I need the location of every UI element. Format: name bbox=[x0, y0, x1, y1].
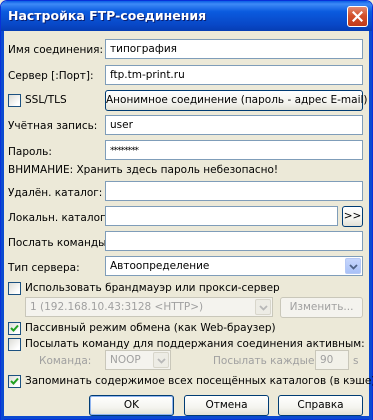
ssl-checkbox[interactable] bbox=[8, 94, 21, 107]
password-value: ******** bbox=[110, 146, 139, 156]
firewall-label: Использовать брандмауэр или прокси-серве… bbox=[25, 282, 280, 294]
keepalive-label: Посылать команду для поддержания соедине… bbox=[25, 338, 365, 350]
check-icon bbox=[10, 377, 19, 385]
browse-local-dir-button[interactable]: >> bbox=[342, 206, 363, 227]
account-input[interactable]: user bbox=[105, 115, 363, 135]
change-proxy-button[interactable]: Изменить... bbox=[280, 297, 363, 318]
server-type-label: Тип сервера: bbox=[8, 262, 80, 274]
connection-name-label: Имя соединения: bbox=[8, 44, 104, 56]
close-icon bbox=[352, 11, 363, 22]
interval-unit: s bbox=[353, 355, 359, 367]
anonymous-connection-button[interactable]: Анонимное соединение (пароль - адрес E-m… bbox=[105, 90, 368, 111]
connection-name-input[interactable]: типография bbox=[105, 39, 363, 59]
cache-dirs-checkbox[interactable] bbox=[8, 375, 21, 388]
chevron-down-icon bbox=[157, 358, 166, 364]
account-label: Учётная запись: bbox=[8, 120, 98, 132]
proxy-select[interactable]: 1 (192.168.10.43:3128 <HTTP>) bbox=[25, 297, 273, 317]
proxy-dropdown-button[interactable] bbox=[255, 299, 271, 315]
password-warning: ВНИМАНИЕ: Хранить здесь пароль небезопас… bbox=[8, 164, 279, 176]
cancel-button[interactable]: Отмена bbox=[184, 395, 269, 416]
ssl-label: SSL/TLS bbox=[25, 94, 67, 106]
passive-mode-label: Пассивный режим обмена (как Web-браузер) bbox=[25, 322, 276, 334]
local-dir-label: Локальн. каталог: bbox=[8, 212, 110, 224]
cache-dirs-label: Запоминать содержимое всех посещённых ка… bbox=[25, 375, 373, 387]
check-icon bbox=[10, 324, 19, 332]
passive-mode-checkbox[interactable] bbox=[8, 322, 21, 335]
window-frame-bottom bbox=[1, 416, 372, 419]
password-input[interactable]: ******** bbox=[105, 140, 363, 160]
keepalive-command-dropdown-button[interactable] bbox=[153, 352, 169, 368]
window-frame-right bbox=[369, 31, 372, 420]
keepalive-command-value: NOOP bbox=[110, 354, 141, 366]
interval-input[interactable]: 90 bbox=[315, 350, 349, 370]
command-label: Команда: bbox=[39, 355, 92, 367]
server-label: Сервер [:Порт]: bbox=[8, 70, 94, 82]
window-title: Настройка FTP-соединения bbox=[8, 8, 207, 23]
remote-dir-label: Удалён. каталог: bbox=[8, 187, 103, 199]
remote-dir-input[interactable] bbox=[105, 181, 363, 201]
local-dir-input[interactable] bbox=[105, 206, 338, 226]
send-commands-label: Послать команды: bbox=[8, 237, 110, 249]
proxy-value: 1 (192.168.10.43:3128 <HTTP>) bbox=[30, 301, 204, 313]
keepalive-command-select[interactable]: NOOP bbox=[105, 350, 171, 370]
help-button[interactable]: Справка bbox=[278, 395, 363, 416]
send-commands-input[interactable] bbox=[105, 231, 363, 251]
server-input[interactable]: ftp.tm-print.ru bbox=[105, 65, 363, 85]
password-label: Пароль: bbox=[8, 146, 52, 158]
interval-label: Посылать каждые: bbox=[213, 355, 318, 367]
keepalive-checkbox[interactable] bbox=[8, 338, 21, 351]
chevron-down-icon bbox=[349, 264, 358, 270]
server-type-value: Автоопределение bbox=[110, 260, 210, 272]
server-type-dropdown-button[interactable] bbox=[345, 258, 361, 274]
close-button[interactable] bbox=[347, 6, 368, 27]
title-bar[interactable]: Настройка FTP-соединения bbox=[1, 1, 372, 31]
firewall-checkbox[interactable] bbox=[8, 282, 21, 295]
chevron-down-icon bbox=[259, 305, 268, 311]
server-type-select[interactable]: Автоопределение bbox=[105, 256, 363, 276]
window-frame-left bbox=[1, 31, 4, 420]
ftp-settings-dialog: Настройка FTP-соединения Имя соединения:… bbox=[0, 0, 373, 420]
ok-button[interactable]: OK bbox=[89, 395, 174, 416]
